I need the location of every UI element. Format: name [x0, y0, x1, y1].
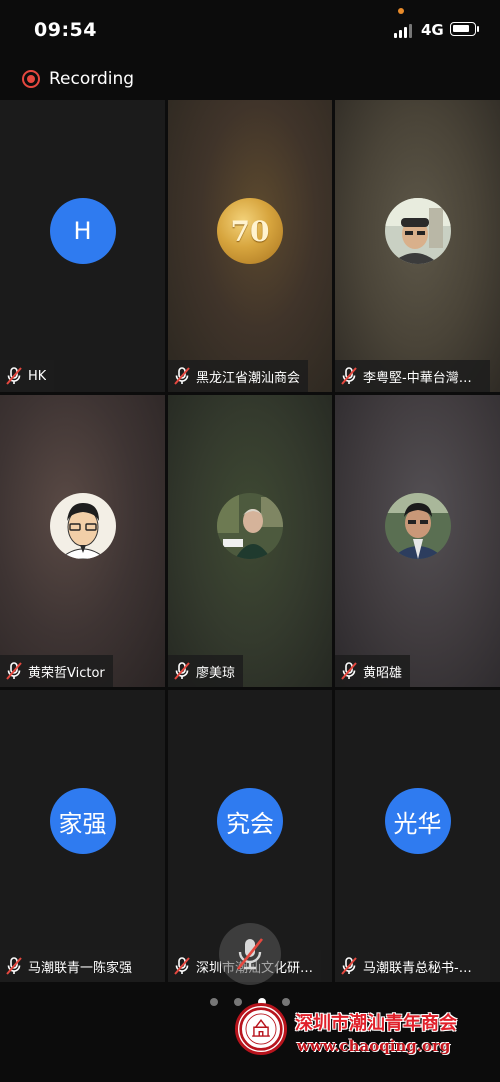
participant-tile[interactable]: 70 黑龙江省潮汕商会 [168, 100, 332, 392]
participant-tile[interactable]: 黄昭雄 [335, 395, 500, 687]
participant-grid: H HK 70 黑龙江省潮汕商会 李粤堅-中華台灣潮… 黄荣哲Victor 廖美… [0, 100, 500, 985]
avatar [384, 493, 451, 559]
participant-name: HK [28, 368, 47, 384]
participant-tile[interactable]: 光华 马潮联青总秘书-陈… [335, 690, 500, 982]
participant-name: 马潮联青一陈家强 [28, 960, 133, 976]
network-type: 4G [421, 21, 444, 39]
page-dot[interactable] [210, 998, 218, 1006]
watermark: 深圳市潮汕青年商会 www.chaoqing.org [235, 1003, 497, 1059]
participant-tile[interactable]: 廖美琼 [168, 395, 332, 687]
avatar [49, 493, 116, 559]
participant-name-bar: 李粤堅-中華台灣潮… [335, 360, 490, 392]
participant-name: 廖美琼 [196, 665, 236, 681]
chamber-logo-icon [235, 1003, 287, 1055]
participant-name-bar: 黑龙江省潮汕商会 [168, 360, 309, 392]
mic-muted-icon [341, 662, 357, 680]
mic-muted-icon [6, 662, 22, 680]
mic-muted-icon [6, 957, 22, 975]
avatar: 光华 [384, 788, 451, 854]
battery-cap [477, 26, 479, 32]
participant-name: 李粤堅-中華台灣潮… [363, 370, 482, 386]
mic-muted-icon [174, 957, 190, 975]
mic-muted-icon [174, 662, 190, 680]
participant-name: 黄昭雄 [363, 665, 403, 681]
status-bar: 09:54 4G [0, 0, 500, 60]
signal-strength-icon [394, 24, 414, 38]
avatar: H [49, 198, 116, 264]
avatar: 70 [217, 198, 283, 264]
participant-tile[interactable]: 李粤堅-中華台灣潮… [335, 100, 500, 392]
participant-tile[interactable]: 家强 马潮联青一陈家强 [0, 690, 165, 982]
participant-name: 黑龙江省潮汕商会 [196, 370, 301, 386]
participant-name-bar: 廖美琼 [168, 655, 244, 687]
battery-icon [450, 22, 476, 36]
participant-tile[interactable]: 黄荣哲Victor [0, 395, 165, 687]
participant-name-bar: HK [0, 360, 55, 392]
recording-indicator[interactable]: Recording [22, 67, 134, 91]
watermark-url: www.chaoqing.org [297, 1037, 451, 1055]
watermark-title: 深圳市潮汕青年商会 [295, 1013, 457, 1034]
mic-muted-icon [236, 938, 264, 970]
participant-name: 黄荣哲Victor [28, 665, 105, 681]
avatar [384, 198, 451, 264]
record-icon [22, 70, 40, 88]
coin-emblem: 70 [230, 214, 270, 248]
clock: 09:54 [34, 19, 97, 41]
camera-in-use-indicator [398, 8, 404, 14]
avatar: 家强 [49, 788, 116, 854]
participant-name: 马潮联青总秘书-陈… [363, 960, 482, 976]
avatar: 究会 [217, 788, 283, 854]
mic-muted-icon [341, 367, 357, 385]
participant-name-bar: 黄荣哲Victor [0, 655, 113, 687]
participant-name-bar: 马潮联青一陈家强 [0, 950, 141, 982]
mute-toggle-button[interactable] [219, 923, 281, 985]
mic-muted-icon [6, 367, 22, 385]
avatar [217, 493, 283, 559]
recording-label: Recording [49, 69, 135, 89]
participant-tile[interactable]: H HK [0, 100, 165, 392]
participant-name-bar: 黄昭雄 [335, 655, 411, 687]
mic-muted-icon [341, 957, 357, 975]
participant-name-bar: 马潮联青总秘书-陈… [335, 950, 490, 982]
mic-muted-icon [174, 367, 190, 385]
